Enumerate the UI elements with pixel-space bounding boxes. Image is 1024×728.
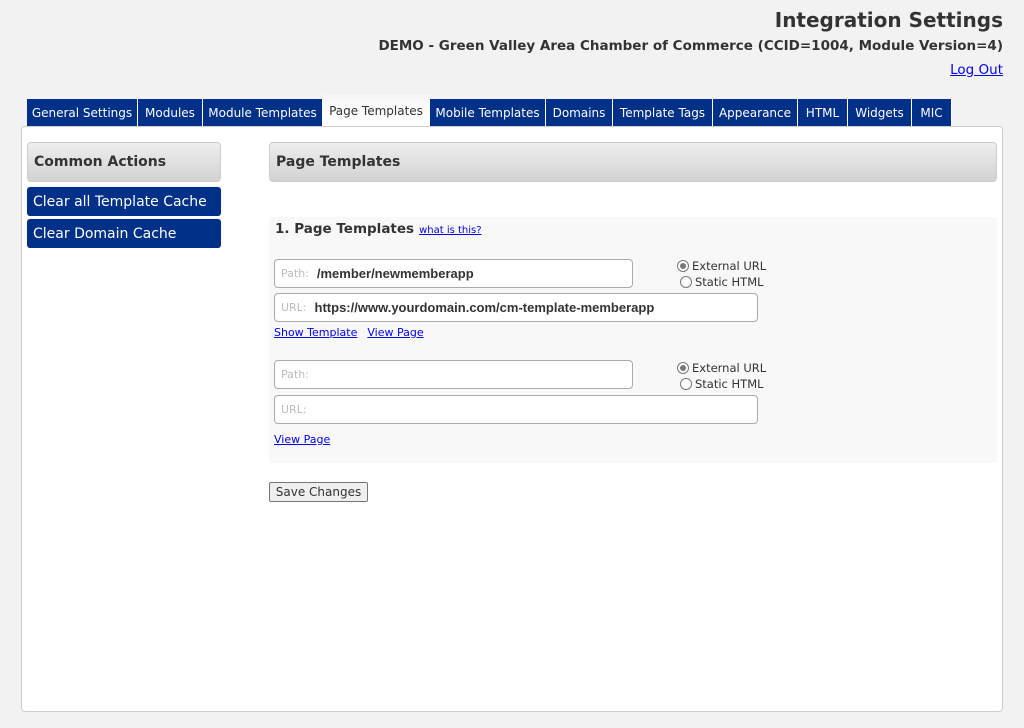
show-template-link[interactable]: Show Template bbox=[274, 326, 357, 339]
path-label: Path: bbox=[281, 267, 309, 280]
url-value: https://www.yourdomain.com/cm-template-m… bbox=[314, 300, 655, 315]
url-label: URL: bbox=[281, 403, 307, 416]
clear-template-cache-button[interactable]: Clear all Template Cache bbox=[27, 187, 221, 216]
tab-domains[interactable]: Domains bbox=[546, 99, 613, 127]
radio-label: External URL bbox=[692, 361, 767, 375]
section-title: 1. Page Templates bbox=[275, 221, 415, 237]
main-header: Page Templates bbox=[269, 142, 997, 182]
radio-label: Static HTML bbox=[695, 377, 764, 391]
url-label: URL: bbox=[281, 301, 307, 314]
radio-static-html-2[interactable]: Static HTML bbox=[680, 377, 764, 391]
page-templates-section bbox=[269, 217, 997, 463]
clear-domain-cache-button[interactable]: Clear Domain Cache bbox=[27, 219, 221, 248]
radio-static-html-1[interactable]: Static HTML bbox=[680, 275, 764, 289]
path-label: Path: bbox=[281, 368, 309, 381]
tab-module-templates[interactable]: Module Templates bbox=[203, 99, 323, 127]
radio-label: Static HTML bbox=[695, 275, 764, 289]
tab-general-settings[interactable]: General Settings bbox=[27, 99, 138, 127]
tab-html[interactable]: HTML bbox=[798, 99, 848, 127]
save-changes-button[interactable]: Save Changes bbox=[269, 482, 368, 502]
url-input-1[interactable]: URL: https://www.yourdomain.com/cm-templa… bbox=[274, 293, 758, 322]
organization-subtitle: DEMO - Green Valley Area Chamber of Comm… bbox=[378, 38, 1003, 54]
radio-external-url-1[interactable]: External URL bbox=[677, 259, 766, 273]
tab-modules[interactable]: Modules bbox=[138, 99, 203, 127]
path-value: /member/newmemberapp bbox=[316, 266, 474, 281]
view-page-link-1[interactable]: View Page bbox=[367, 326, 423, 339]
help-link[interactable]: what is this? bbox=[419, 225, 481, 236]
view-page-link-2[interactable]: View Page bbox=[274, 433, 330, 446]
radio-external-url-2[interactable]: External URL bbox=[677, 361, 766, 375]
tab-mobile-templates[interactable]: Mobile Templates bbox=[430, 99, 546, 127]
tab-appearance[interactable]: Appearance bbox=[713, 99, 798, 127]
page-title: Integration Settings bbox=[774, 8, 1003, 32]
path-input-1[interactable]: Path: /member/newmemberapp bbox=[274, 259, 633, 288]
radio-label: External URL bbox=[692, 259, 767, 273]
path-input-2[interactable]: Path: bbox=[274, 360, 633, 389]
radio-selected-icon bbox=[677, 260, 689, 272]
logout-link[interactable]: Log Out bbox=[950, 62, 1003, 78]
tab-page-templates[interactable]: Page Templates bbox=[323, 95, 430, 127]
radio-icon bbox=[680, 276, 692, 288]
radio-icon bbox=[680, 378, 692, 390]
radio-selected-icon bbox=[677, 362, 689, 374]
url-input-2[interactable]: URL: bbox=[274, 395, 758, 424]
tab-widgets[interactable]: Widgets bbox=[848, 99, 912, 127]
tab-template-tags[interactable]: Template Tags bbox=[613, 99, 713, 127]
common-actions-header: Common Actions bbox=[27, 142, 221, 182]
tab-mic[interactable]: MIC bbox=[912, 99, 952, 127]
